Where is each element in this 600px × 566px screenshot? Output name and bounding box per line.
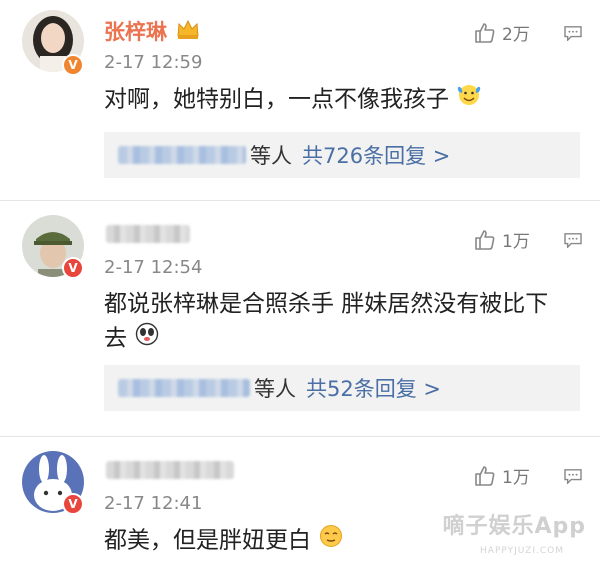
reply-summary[interactable]: 等人 共52条回复 > <box>104 365 580 411</box>
comment-text: 都说张梓琳是合照杀手 胖妹居然没有被比下 去 <box>104 287 548 357</box>
comment-time: 2-17 12:41 <box>104 493 203 514</box>
comment-time: 2-17 12:54 <box>104 257 203 278</box>
comment-item: V 2-17 12:54 1万 都说张梓琳是合照杀手 胖妹居然没有被比下 去 等… <box>0 201 600 433</box>
blurred-usernames <box>118 146 246 164</box>
like-count: 2万 <box>502 25 530 45</box>
comment-icon[interactable] <box>562 468 584 484</box>
relieved-emoji-icon <box>318 523 344 559</box>
verified-badge-icon: V <box>62 493 84 515</box>
reply-suffix: 等人 <box>250 144 292 168</box>
reply-count-link[interactable]: 共52条回复 > <box>306 373 441 403</box>
thumbs-up-icon <box>475 229 495 250</box>
comment-icon[interactable] <box>562 232 584 248</box>
like-count: 1万 <box>502 232 530 252</box>
verified-badge-icon: V <box>62 54 84 76</box>
author-name-blurred[interactable] <box>106 461 234 479</box>
like-button[interactable]: 2万 <box>474 20 530 45</box>
reply-count-link[interactable]: 共726条回复 > <box>302 140 450 170</box>
watermark-sub: HAPPYJUZI.COM <box>480 546 564 556</box>
comment-text: 对啊，她特别白，一点不像我孩子 <box>104 82 482 118</box>
watermark: 嘀子娱乐App <box>442 514 586 539</box>
smile-emoji-icon <box>456 82 482 118</box>
comment-text-body: 对啊，她特别白，一点不像我孩子 <box>104 86 449 113</box>
comment-icon[interactable] <box>562 25 584 41</box>
thumbs-up-icon <box>475 465 495 486</box>
comment-time: 2-17 12:59 <box>104 52 203 73</box>
comment-item: V 张梓琳 2-17 12:59 2万 对啊，她特别白，一点不像我孩子 等人 共… <box>0 0 600 200</box>
reply-suffix: 等人 <box>254 377 296 401</box>
blurred-usernames <box>118 379 250 397</box>
shy-emoji-icon <box>134 321 160 357</box>
comment-text-line: 都说张梓琳是合照杀手 胖妹居然没有被比下 <box>104 291 549 317</box>
comment-text-body: 去 <box>104 325 127 352</box>
author-name[interactable]: 张梓琳 <box>104 16 167 46</box>
like-button[interactable]: 1万 <box>474 463 530 488</box>
comment-text-line: 去 <box>104 321 548 357</box>
comment-text: 都美，但是胖妞更白 <box>104 523 344 559</box>
author-name-blurred[interactable] <box>106 225 190 243</box>
crown-icon <box>176 18 200 44</box>
like-count: 1万 <box>502 468 530 488</box>
like-button[interactable]: 1万 <box>474 227 530 252</box>
reply-summary[interactable]: 等人 共726条回复 > <box>104 132 580 178</box>
comment-text-body: 都美，但是胖妞更白 <box>104 527 311 554</box>
verified-badge-icon: V <box>62 257 84 279</box>
thumbs-up-icon <box>475 22 495 43</box>
